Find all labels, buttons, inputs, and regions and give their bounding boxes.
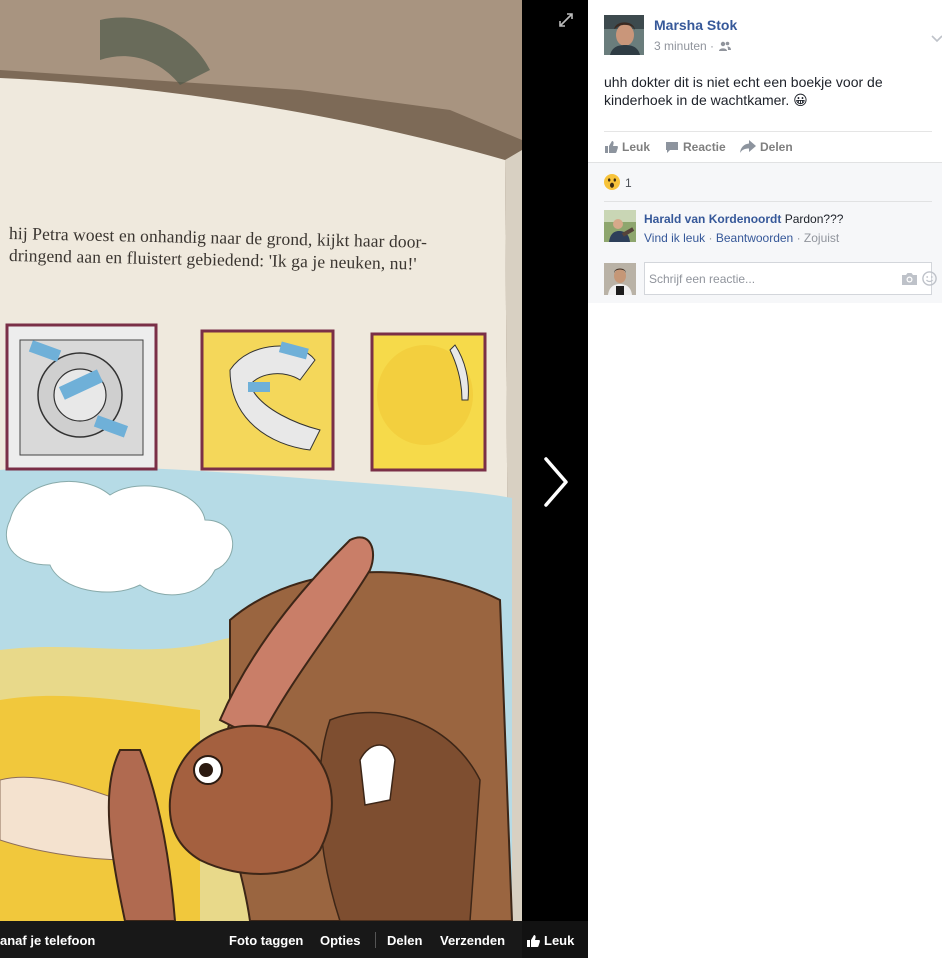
- like-button[interactable]: Leuk: [604, 140, 650, 154]
- bar-divider: [375, 932, 376, 948]
- photo-action-bar: anaf je telefoon Foto taggen Opties Dele…: [0, 921, 588, 958]
- comment-label: Reactie: [683, 140, 726, 154]
- comment-composer: [604, 262, 937, 296]
- next-photo-arrow-icon[interactable]: [538, 455, 572, 509]
- expand-fullscreen-icon[interactable]: [558, 12, 574, 28]
- reactions-summary[interactable]: 1: [604, 174, 632, 190]
- photo[interactable]: hij Petra woest en onhandig naar de gron…: [0, 0, 522, 921]
- author-avatar[interactable]: [604, 15, 644, 55]
- emoji-smile-icon[interactable]: [922, 271, 937, 286]
- post-timestamp[interactable]: 3 minuten: [654, 39, 707, 53]
- commenter-avatar[interactable]: [604, 210, 636, 242]
- thumbs-up-icon: [605, 141, 618, 153]
- like-label: Leuk: [622, 140, 651, 154]
- post-header: Marsha Stok 3 minuten ·: [604, 15, 942, 57]
- send-button[interactable]: Verzenden: [440, 933, 505, 948]
- photo-illustration: [0, 0, 522, 921]
- post-sidebar: Marsha Stok 3 minuten · uhh dokter dit i…: [588, 0, 942, 958]
- comment-timestamp[interactable]: Zojuist: [804, 231, 839, 245]
- comment-like-link[interactable]: Vind ik leuk: [644, 231, 705, 245]
- comment-reply-link[interactable]: Beantwoorden: [716, 231, 793, 245]
- camera-icon[interactable]: [902, 272, 917, 285]
- tag-photo-button[interactable]: Foto taggen: [229, 933, 303, 948]
- comment-icon: [666, 142, 678, 153]
- share-button[interactable]: Delen: [740, 140, 793, 154]
- share-label: Delen: [760, 140, 793, 154]
- comment-actions: Vind ik leuk · Beantwoorden · Zojuist: [644, 231, 840, 245]
- comment-input[interactable]: [644, 262, 932, 295]
- chevron-down-icon[interactable]: [931, 35, 942, 43]
- comments-section: 1 Harald van Kordenoordt Pardon??? Vind …: [588, 162, 942, 303]
- photo-stage: hij Petra woest en onhandig naar de gron…: [0, 0, 588, 958]
- comment-item: Harald van Kordenoordt Pardon??? Vind ik…: [604, 210, 932, 246]
- friends-icon[interactable]: [719, 41, 732, 51]
- meta-separator: ·: [710, 39, 715, 53]
- upload-source-label[interactable]: anaf je telefoon: [0, 933, 95, 948]
- like-photo-label: Leuk: [544, 933, 575, 948]
- comment-text: Pardon???: [784, 212, 844, 226]
- post-actions: Leuk Reactie Delen: [604, 131, 932, 162]
- post-meta: 3 minuten ·: [654, 39, 732, 53]
- like-photo-button[interactable]: Leuk: [526, 933, 574, 948]
- share-photo-button[interactable]: Delen: [387, 933, 422, 948]
- current-user-avatar: [604, 263, 636, 295]
- comment-button[interactable]: Reactie: [665, 140, 726, 154]
- post-text: uhh dokter dit is niet echt een boekje v…: [604, 74, 883, 108]
- wow-reaction-icon: [604, 174, 620, 190]
- reaction-count: 1: [625, 176, 632, 190]
- post-author-name[interactable]: Marsha Stok: [654, 17, 737, 33]
- share-arrow-icon: [740, 140, 756, 153]
- divider: [604, 201, 932, 202]
- commenter-name[interactable]: Harald van Kordenoordt Pardon???: [644, 212, 843, 226]
- thumbs-up-icon: [527, 935, 540, 947]
- options-button[interactable]: Opties: [320, 933, 360, 948]
